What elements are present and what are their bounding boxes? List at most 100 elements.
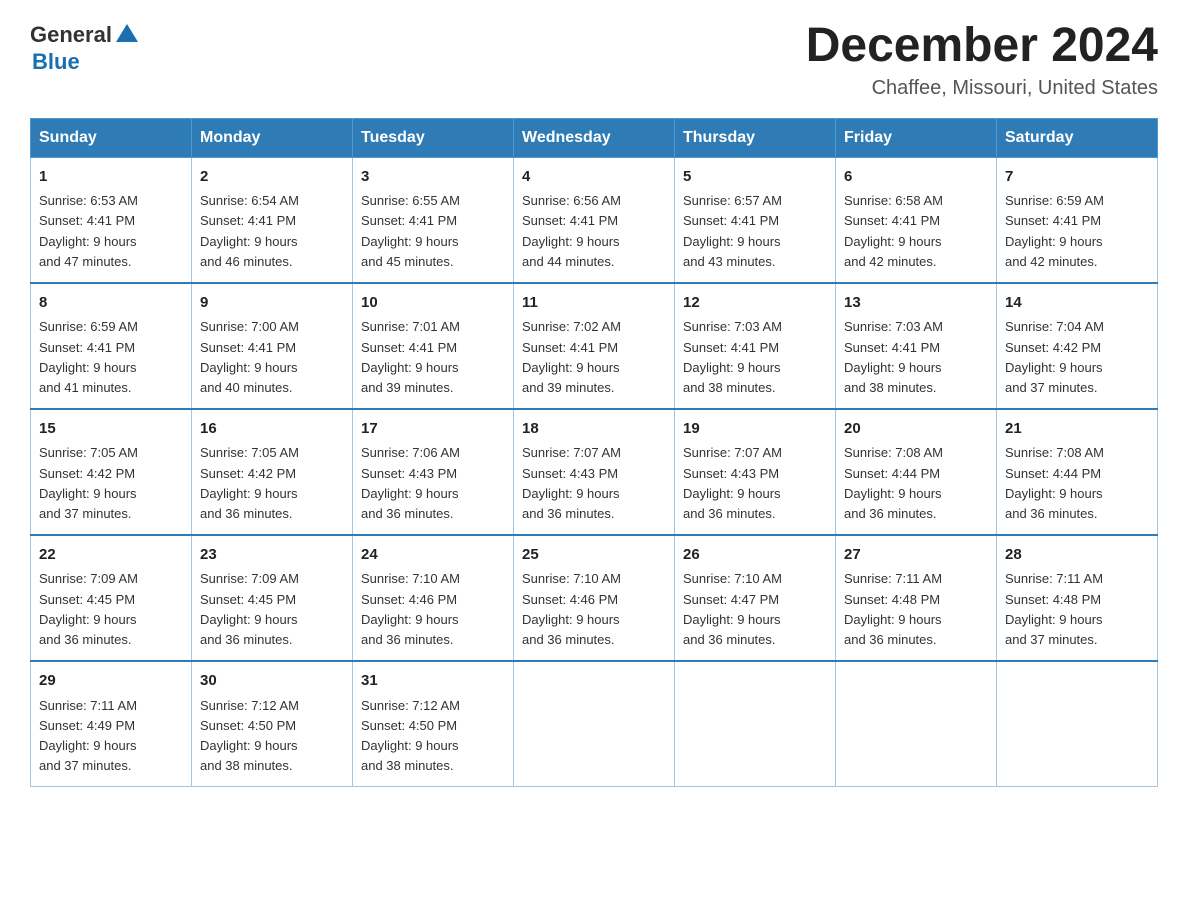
calendar-day-cell: 31 Sunrise: 7:12 AMSunset: 4:50 PMDayligh… (353, 661, 514, 787)
calendar-day-cell: 30 Sunrise: 7:12 AMSunset: 4:50 PMDayligh… (192, 661, 353, 787)
month-title: December 2024 (806, 20, 1158, 73)
day-number: 21 (1005, 418, 1149, 441)
day-info: Sunrise: 7:09 AMSunset: 4:45 PMDaylight:… (39, 569, 183, 650)
calendar-week-row: 15Sunrise: 7:05 AMSunset: 4:42 PMDayligh… (31, 409, 1158, 535)
day-number: 18 (522, 418, 666, 441)
day-info: Sunrise: 7:07 AMSunset: 4:43 PMDaylight:… (683, 443, 827, 524)
day-number: 26 (683, 544, 827, 567)
calendar-day-cell: 9Sunrise: 7:00 AMSunset: 4:41 PMDaylight… (192, 283, 353, 409)
weekday-header-friday: Friday (836, 118, 997, 157)
calendar-day-cell: 3Sunrise: 6:55 AMSunset: 4:41 PMDaylight… (353, 157, 514, 283)
day-info: Sunrise: 7:10 AMSunset: 4:47 PMDaylight:… (683, 569, 827, 650)
weekday-header-wednesday: Wednesday (514, 118, 675, 157)
weekday-header-saturday: Saturday (997, 118, 1158, 157)
day-info: Sunrise: 7:08 AMSunset: 4:44 PMDaylight:… (1005, 443, 1149, 524)
calendar-day-cell: 16Sunrise: 7:05 AMSunset: 4:42 PMDayligh… (192, 409, 353, 535)
calendar-day-cell (675, 661, 836, 787)
weekday-header-sunday: Sunday (31, 118, 192, 157)
title-section: December 2024 Chaffee, Missouri, United … (806, 20, 1158, 100)
day-info: Sunrise: 7:01 AMSunset: 4:41 PMDaylight:… (361, 317, 505, 398)
day-info: Sunrise: 7:11 AMSunset: 4:48 PMDaylight:… (1005, 569, 1149, 650)
calendar-day-cell: 25Sunrise: 7:10 AMSunset: 4:46 PMDayligh… (514, 535, 675, 661)
calendar-day-cell: 17Sunrise: 7:06 AMSunset: 4:43 PMDayligh… (353, 409, 514, 535)
day-number: 6 (844, 166, 988, 189)
calendar-day-cell: 26Sunrise: 7:10 AMSunset: 4:47 PMDayligh… (675, 535, 836, 661)
day-number: 7 (1005, 166, 1149, 189)
day-number: 31 (361, 670, 505, 693)
weekday-header-tuesday: Tuesday (353, 118, 514, 157)
calendar-day-cell: 2Sunrise: 6:54 AMSunset: 4:41 PMDaylight… (192, 157, 353, 283)
day-info: Sunrise: 7:11 AMSunset: 4:48 PMDaylight:… (844, 569, 988, 650)
calendar-week-row: 22Sunrise: 7:09 AMSunset: 4:45 PMDayligh… (31, 535, 1158, 661)
day-info: Sunrise: 7:00 AMSunset: 4:41 PMDaylight:… (200, 317, 344, 398)
day-info: Sunrise: 7:03 AMSunset: 4:41 PMDaylight:… (683, 317, 827, 398)
day-info: Sunrise: 7:05 AMSunset: 4:42 PMDaylight:… (200, 443, 344, 524)
calendar-week-row: 8Sunrise: 6:59 AMSunset: 4:41 PMDaylight… (31, 283, 1158, 409)
calendar-day-cell: 23Sunrise: 7:09 AMSunset: 4:45 PMDayligh… (192, 535, 353, 661)
calendar-day-cell: 10Sunrise: 7:01 AMSunset: 4:41 PMDayligh… (353, 283, 514, 409)
day-number: 3 (361, 166, 505, 189)
calendar-day-cell: 1Sunrise: 6:53 AMSunset: 4:41 PMDaylight… (31, 157, 192, 283)
day-info: Sunrise: 6:54 AMSunset: 4:41 PMDaylight:… (200, 191, 344, 272)
calendar-day-cell (997, 661, 1158, 787)
day-number: 22 (39, 544, 183, 567)
calendar-day-cell: 19Sunrise: 7:07 AMSunset: 4:43 PMDayligh… (675, 409, 836, 535)
day-number: 19 (683, 418, 827, 441)
calendar-day-cell: 13Sunrise: 7:03 AMSunset: 4:41 PMDayligh… (836, 283, 997, 409)
day-number: 17 (361, 418, 505, 441)
day-info: Sunrise: 7:10 AMSunset: 4:46 PMDaylight:… (522, 569, 666, 650)
day-number: 27 (844, 544, 988, 567)
day-info: Sunrise: 7:11 AMSunset: 4:49 PMDaylight:… (39, 696, 183, 777)
day-info: Sunrise: 7:10 AMSunset: 4:46 PMDaylight:… (361, 569, 505, 650)
day-number: 25 (522, 544, 666, 567)
calendar-day-cell: 5Sunrise: 6:57 AMSunset: 4:41 PMDaylight… (675, 157, 836, 283)
day-number: 14 (1005, 292, 1149, 315)
day-info: Sunrise: 7:08 AMSunset: 4:44 PMDaylight:… (844, 443, 988, 524)
day-number: 15 (39, 418, 183, 441)
day-info: Sunrise: 6:53 AMSunset: 4:41 PMDaylight:… (39, 191, 183, 272)
day-number: 13 (844, 292, 988, 315)
day-info: Sunrise: 6:55 AMSunset: 4:41 PMDaylight:… (361, 191, 505, 272)
calendar-day-cell: 22Sunrise: 7:09 AMSunset: 4:45 PMDayligh… (31, 535, 192, 661)
calendar-day-cell: 18Sunrise: 7:07 AMSunset: 4:43 PMDayligh… (514, 409, 675, 535)
day-info: Sunrise: 6:59 AMSunset: 4:41 PMDaylight:… (1005, 191, 1149, 272)
day-number: 30 (200, 670, 344, 693)
calendar-day-cell: 12Sunrise: 7:03 AMSunset: 4:41 PMDayligh… (675, 283, 836, 409)
day-number: 12 (683, 292, 827, 315)
day-number: 29 (39, 670, 183, 693)
day-info: Sunrise: 7:09 AMSunset: 4:45 PMDaylight:… (200, 569, 344, 650)
calendar-day-cell (836, 661, 997, 787)
day-info: Sunrise: 6:57 AMSunset: 4:41 PMDaylight:… (683, 191, 827, 272)
day-info: Sunrise: 7:02 AMSunset: 4:41 PMDaylight:… (522, 317, 666, 398)
page-header: General Blue December 2024 Chaffee, Miss… (30, 20, 1158, 100)
day-number: 10 (361, 292, 505, 315)
logo-blue-text: Blue (32, 49, 138, 75)
calendar-day-cell: 6Sunrise: 6:58 AMSunset: 4:41 PMDaylight… (836, 157, 997, 283)
day-number: 16 (200, 418, 344, 441)
calendar-day-cell: 27Sunrise: 7:11 AMSunset: 4:48 PMDayligh… (836, 535, 997, 661)
calendar-day-cell: 21Sunrise: 7:08 AMSunset: 4:44 PMDayligh… (997, 409, 1158, 535)
weekday-header-monday: Monday (192, 118, 353, 157)
day-number: 8 (39, 292, 183, 315)
calendar-day-cell: 24Sunrise: 7:10 AMSunset: 4:46 PMDayligh… (353, 535, 514, 661)
calendar-day-cell: 15Sunrise: 7:05 AMSunset: 4:42 PMDayligh… (31, 409, 192, 535)
calendar-day-cell: 4Sunrise: 6:56 AMSunset: 4:41 PMDaylight… (514, 157, 675, 283)
day-info: Sunrise: 6:56 AMSunset: 4:41 PMDaylight:… (522, 191, 666, 272)
day-number: 2 (200, 166, 344, 189)
day-info: Sunrise: 7:12 AMSunset: 4:50 PMDaylight:… (361, 696, 505, 777)
day-info: Sunrise: 7:04 AMSunset: 4:42 PMDaylight:… (1005, 317, 1149, 398)
calendar-day-cell: 11Sunrise: 7:02 AMSunset: 4:41 PMDayligh… (514, 283, 675, 409)
day-info: Sunrise: 6:59 AMSunset: 4:41 PMDaylight:… (39, 317, 183, 398)
day-number: 5 (683, 166, 827, 189)
calendar-day-cell: 20Sunrise: 7:08 AMSunset: 4:44 PMDayligh… (836, 409, 997, 535)
calendar-day-cell (514, 661, 675, 787)
calendar-day-cell: 28Sunrise: 7:11 AMSunset: 4:48 PMDayligh… (997, 535, 1158, 661)
day-number: 23 (200, 544, 344, 567)
day-info: Sunrise: 7:06 AMSunset: 4:43 PMDaylight:… (361, 443, 505, 524)
day-number: 9 (200, 292, 344, 315)
day-number: 20 (844, 418, 988, 441)
calendar-day-cell: 29 Sunrise: 7:11 AMSunset: 4:49 PMDayligh… (31, 661, 192, 787)
calendar-day-cell: 14Sunrise: 7:04 AMSunset: 4:42 PMDayligh… (997, 283, 1158, 409)
day-info: Sunrise: 7:12 AMSunset: 4:50 PMDaylight:… (200, 696, 344, 777)
day-info: Sunrise: 7:05 AMSunset: 4:42 PMDaylight:… (39, 443, 183, 524)
